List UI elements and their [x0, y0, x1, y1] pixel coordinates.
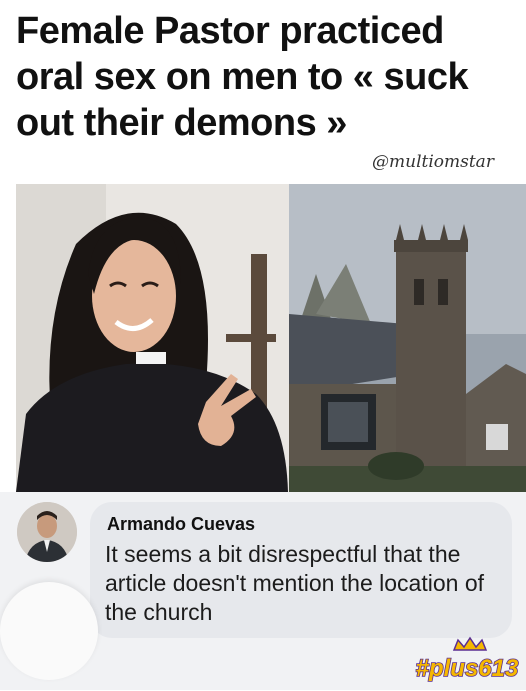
comment-text: It seems a bit disrespectful that the ar… — [105, 541, 485, 625]
church-photo — [289, 184, 526, 492]
user-avatar-icon[interactable] — [17, 502, 77, 562]
pastor-photo — [16, 184, 289, 492]
comment-author[interactable]: Armando Cuevas — [107, 514, 255, 535]
author-handle: @multiomstar — [372, 152, 494, 172]
watermark-logo: #plus613 — [414, 636, 520, 686]
crown-icon — [452, 636, 488, 651]
reaction-circle — [0, 582, 98, 680]
post-headline: Female Pastor practiced oral sex on men … — [16, 10, 469, 144]
watermark-text: #plus613 — [416, 655, 519, 682]
post-image[interactable] — [16, 184, 526, 492]
